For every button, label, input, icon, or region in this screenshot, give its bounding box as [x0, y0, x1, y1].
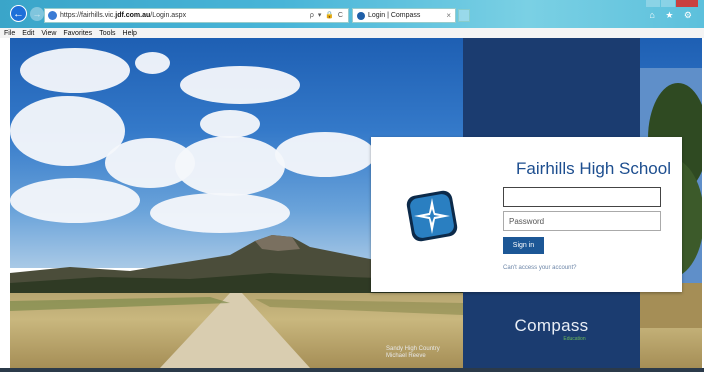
cloud [175, 136, 285, 196]
photo-credit-line1: Sandy High Country [386, 346, 440, 352]
login-card: Fairhills High School Sign in Can't acce… [371, 137, 682, 292]
minimize-button[interactable] [646, 0, 660, 7]
tab-login-compass[interactable]: Login | Compass × [352, 8, 456, 23]
cloud [10, 178, 140, 223]
cloud [150, 193, 290, 233]
username-input[interactable] [503, 187, 661, 207]
cloud [180, 66, 300, 104]
url-host: jdf.com.au [115, 12, 151, 19]
cloud [135, 52, 170, 74]
compass-star-icon [406, 190, 458, 242]
photo-credit-line2: Michael Reeve [386, 353, 426, 359]
cloud [20, 48, 130, 93]
login-page: Compass Education Sandy High Country Mic… [10, 38, 702, 368]
url-prefix: https://fairhills.vic. [60, 12, 116, 19]
window-controls [645, 0, 698, 7]
sign-in-button[interactable]: Sign in [503, 237, 544, 254]
maximize-button[interactable] [661, 0, 675, 7]
browser-toolbar: ← → https://fairhills.vic. jdf.com.au/Log… [0, 0, 704, 28]
cloud [200, 110, 260, 138]
menu-file[interactable]: File [4, 30, 15, 37]
tab-title: Login | Compass [368, 12, 421, 19]
compass-brand-name: Compass [514, 316, 589, 335]
taskbar [0, 368, 704, 372]
compass-favicon-icon [357, 11, 365, 20]
compass-brand-sub: Education [563, 336, 586, 342]
toolbar-icons[interactable]: ⌂ ★ ⚙ [649, 10, 696, 21]
tab-close-icon[interactable]: × [446, 11, 451, 20]
url-path: /Login.aspx [150, 12, 187, 19]
site-icon [48, 11, 57, 20]
menu-help[interactable]: Help [123, 30, 137, 37]
forgot-account-link[interactable]: Can't access your account? [503, 265, 577, 271]
menu-edit[interactable]: Edit [22, 30, 34, 37]
new-tab-button[interactable] [458, 9, 470, 22]
forward-icon[interactable]: → [30, 7, 44, 21]
address-bar[interactable]: https://fairhills.vic. jdf.com.au/Login.a… [44, 8, 349, 23]
menu-bar: File Edit View Favorites Tools Help [0, 28, 704, 38]
address-controls[interactable]: ρ ▾ 🔒 C [310, 11, 344, 19]
school-title: Fairhills High School [516, 159, 671, 178]
back-icon[interactable]: ← [10, 5, 27, 22]
menu-view[interactable]: View [41, 30, 56, 37]
cloud [275, 132, 375, 177]
photo-credit: Sandy High Country Michael Reeve [386, 346, 440, 360]
menu-tools[interactable]: Tools [99, 30, 115, 37]
window-close-button[interactable] [676, 0, 698, 7]
password-input[interactable] [503, 211, 661, 231]
menu-favorites[interactable]: Favorites [63, 30, 92, 37]
